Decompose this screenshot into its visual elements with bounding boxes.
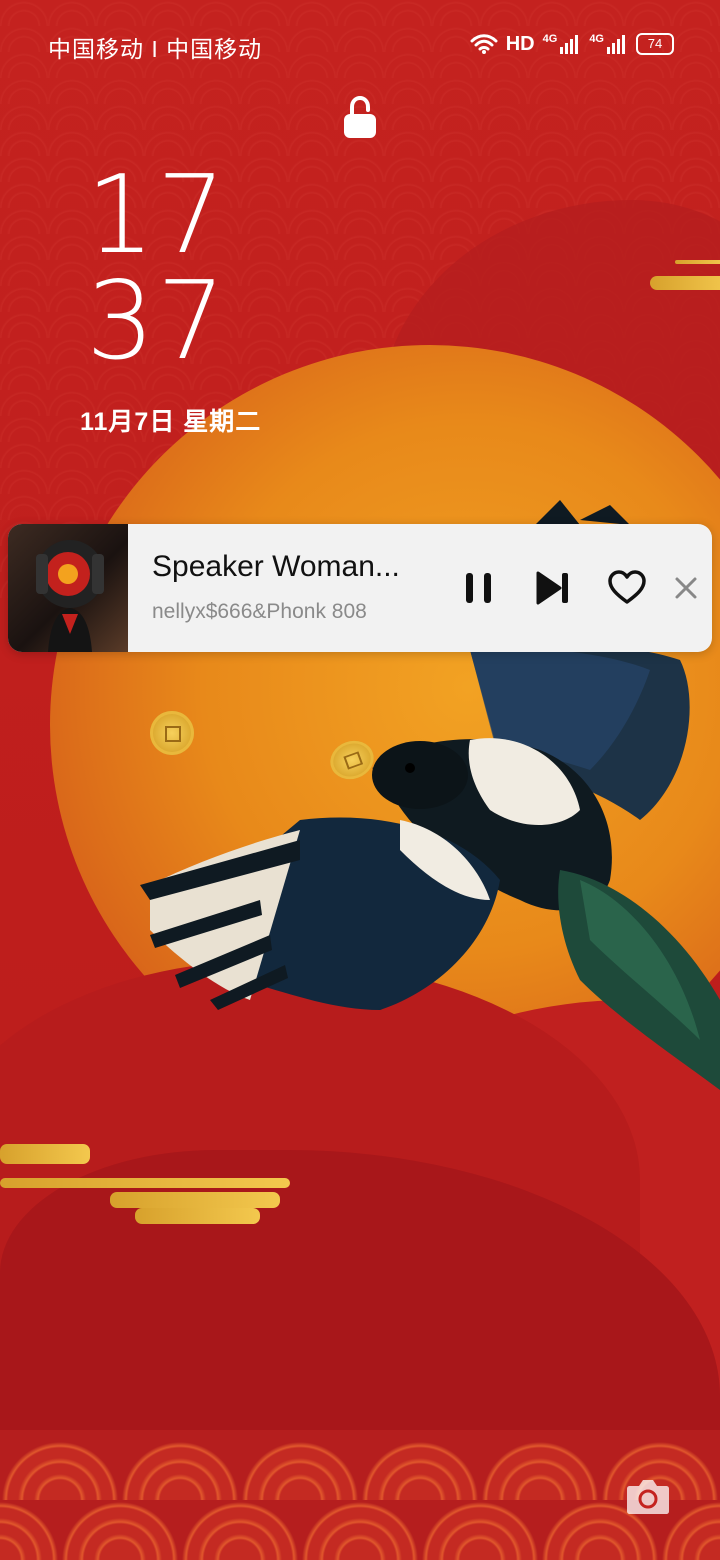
- date-label: 11月7日 星期二: [80, 408, 262, 436]
- album-art[interactable]: [8, 524, 128, 652]
- status-bar: 中国移动 I 中国移动 HD 4G 4G 74: [0, 0, 720, 88]
- network-type: 4G: [589, 33, 604, 45]
- pause-button[interactable]: [458, 567, 500, 609]
- track-artist: nellyx$666&Phonk 808: [152, 600, 367, 623]
- camera-icon[interactable]: [626, 1476, 670, 1516]
- heart-icon: [608, 570, 646, 604]
- music-player-card[interactable]: Speaker Woman... nellyx$666&Phonk 808: [8, 524, 712, 652]
- track-title: Speaker Woman...: [152, 550, 400, 583]
- next-track-button[interactable]: [532, 567, 574, 609]
- clock-minutes: 37: [86, 259, 228, 384]
- lock-icon: [344, 96, 376, 138]
- wifi-icon: [470, 34, 498, 54]
- gold-cloud-line: [0, 1144, 90, 1164]
- gold-cloud-line: [0, 1178, 290, 1188]
- favorite-button[interactable]: [606, 567, 648, 609]
- gold-cloud-line: [135, 1208, 260, 1224]
- signal-icon: 4G: [543, 33, 582, 55]
- battery-icon: 74: [636, 33, 674, 55]
- gold-cloud-line: [110, 1192, 280, 1208]
- hd-label: HD: [505, 32, 535, 55]
- close-button[interactable]: [672, 567, 712, 609]
- carrier-label: 中国移动 I 中国移动: [48, 36, 263, 62]
- signal-icon: 4G: [589, 33, 628, 55]
- clock-hours: 17: [86, 153, 228, 278]
- next-icon: [536, 571, 568, 605]
- network-type: 4G: [542, 33, 558, 45]
- wave-border: [0, 1430, 720, 1560]
- pause-icon: [466, 573, 491, 603]
- close-icon: [675, 577, 697, 599]
- status-icons: HD 4G 4G 74: [470, 30, 674, 58]
- lock-screen: 中国移动 I 中国移动 HD 4G 4G 74 17 37 11月7日 星期二 …: [0, 0, 720, 1560]
